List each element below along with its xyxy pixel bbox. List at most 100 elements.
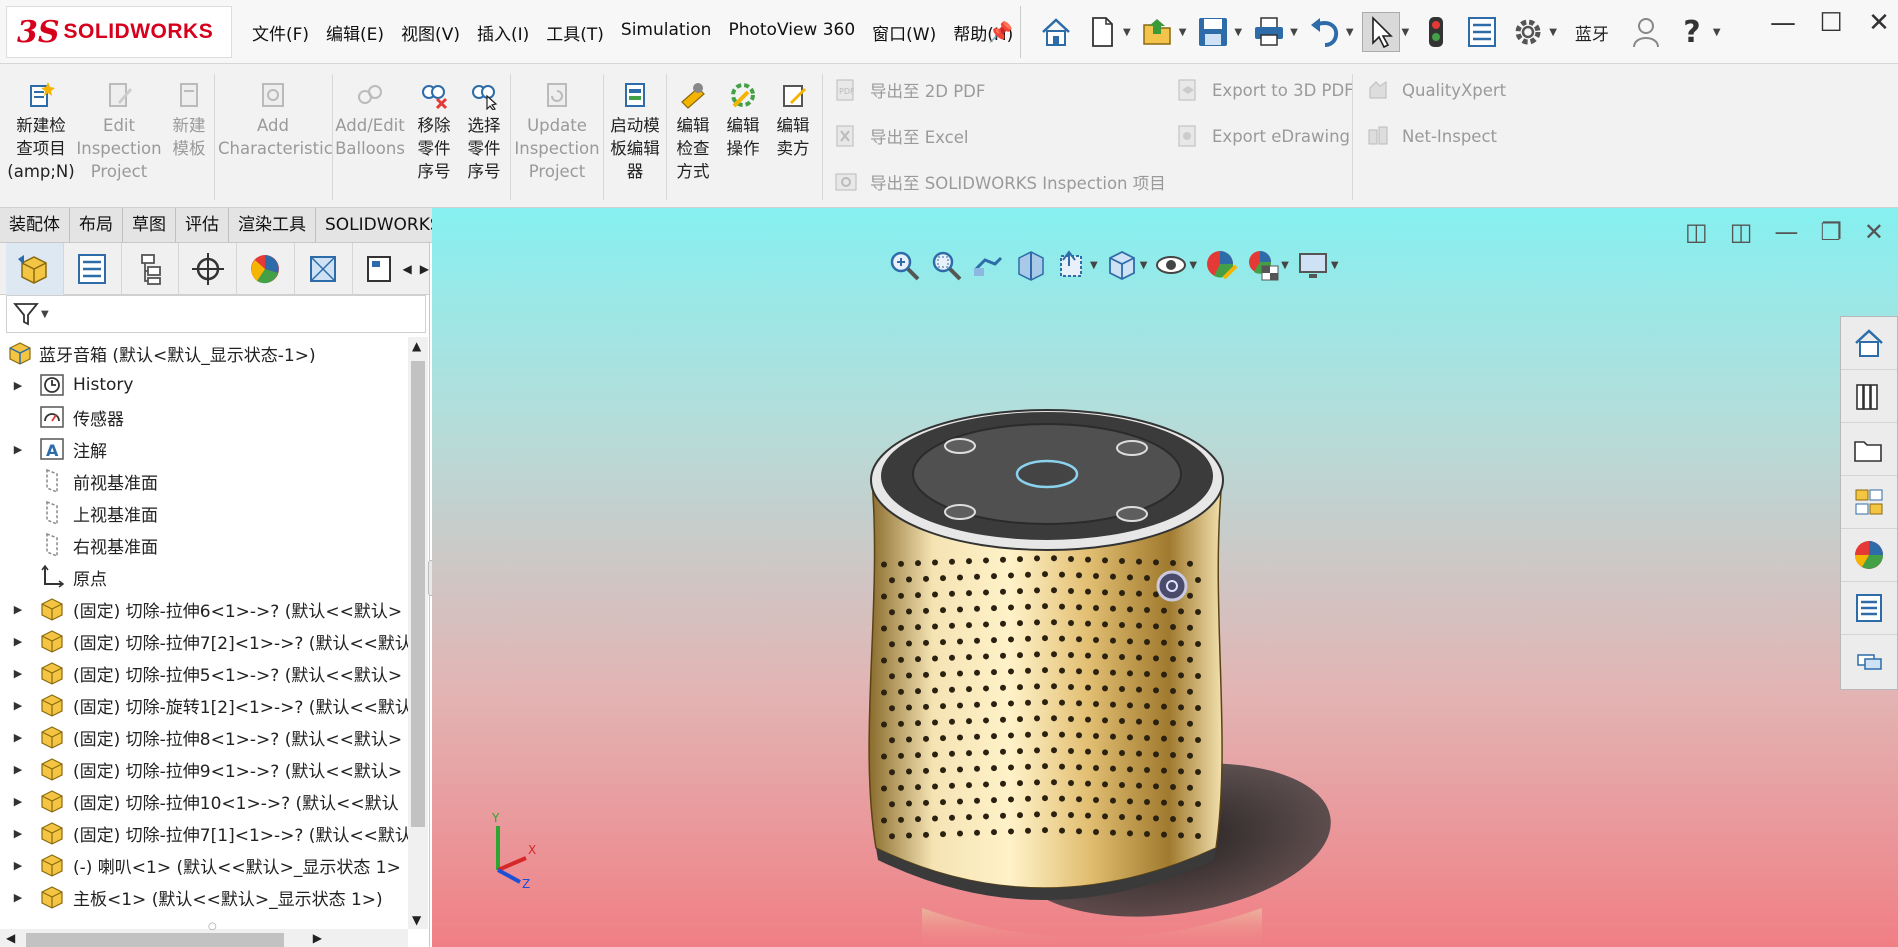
edit-vendor-button[interactable]: 编辑 卖方 [768, 80, 818, 160]
tree-node[interactable]: ▶ (固定) 切除-拉伸7[2]<1>->? (默认<<默认 [0, 625, 408, 657]
display-style-dropdown[interactable]: ▼ [1140, 260, 1148, 271]
remove-balloon-button[interactable]: 移除 零件 序号 [410, 80, 458, 183]
tree-node[interactable]: ▶ (固定) 切除-拉伸6<1>->? (默认<<默认> [0, 593, 408, 625]
solidworks-resources-icon[interactable] [1841, 317, 1897, 370]
expand-arrow-icon[interactable]: ▶ [8, 891, 28, 904]
edit-operation-button[interactable]: 编辑 操作 [718, 80, 768, 160]
expand-arrow-icon[interactable]: ▶ [8, 731, 28, 744]
menu-item-4[interactable]: 工具(T) [546, 20, 604, 45]
tree-filter-bar[interactable]: ▼ [6, 295, 426, 333]
scrollbar-thumb[interactable] [26, 933, 284, 947]
undo-icon[interactable] [1306, 12, 1344, 52]
scroll-right-arrow[interactable]: ▶ [313, 931, 322, 945]
help-icon[interactable]: ? [1673, 12, 1711, 52]
new-template-button[interactable]: 新建 模板 [164, 80, 214, 160]
menu-item-0[interactable]: 文件(F) [252, 20, 309, 45]
expand-arrow-icon[interactable]: ▶ [8, 827, 28, 840]
select-dropdown-arrow[interactable]: ▼ [1402, 27, 1410, 38]
print-icon[interactable] [1250, 12, 1288, 52]
tree-node[interactable]: 前视基准面 [0, 465, 408, 497]
save-dropdown-arrow[interactable]: ▼ [1234, 27, 1242, 38]
apply-scene-dropdown[interactable]: ▼ [1281, 260, 1289, 271]
expand-arrow-icon[interactable]: ▶ [8, 795, 28, 808]
forum-icon[interactable] [1841, 635, 1897, 688]
tab-0[interactable]: 装配体 [0, 208, 70, 242]
traffic-light-icon[interactable] [1417, 12, 1455, 52]
expand-arrow-icon[interactable]: ▶ [8, 379, 28, 392]
options-gear-icon[interactable] [1509, 12, 1547, 52]
scrollbar-thumb[interactable] [411, 361, 425, 827]
tree-node[interactable]: 上视基准面 [0, 497, 408, 529]
open-icon[interactable] [1139, 12, 1177, 52]
tile-right-icon[interactable]: ◫ [1730, 218, 1753, 246]
maximize-icon[interactable]: ☐ [1816, 8, 1846, 38]
property-manager-tab-icon[interactable] [64, 242, 122, 295]
export-2d-pdf-button[interactable]: PDF 导出至 2D PDF [834, 78, 985, 102]
export-sw-inspection-button[interactable]: 导出至 SOLIDWORKS Inspection 项目 [834, 170, 1166, 194]
section-view-icon[interactable] [1012, 246, 1048, 284]
tile-left-icon[interactable]: ◫ [1685, 218, 1708, 246]
solidworks-logo[interactable]: 3S SOLIDWORKS [6, 6, 232, 58]
zoom-to-area-icon[interactable] [928, 246, 964, 284]
tree-node[interactable]: 右视基准面 [0, 529, 408, 561]
options-dropdown-arrow[interactable]: ▼ [1549, 27, 1557, 38]
tree-node[interactable]: ▶ (固定) 切除-拉伸9<1>->? (默认<<默认> [0, 753, 408, 785]
viewport-minimize-icon[interactable]: — [1774, 218, 1798, 246]
view-settings-dropdown[interactable]: ▼ [1331, 260, 1339, 271]
expand-arrow-icon[interactable]: ▶ [8, 859, 28, 872]
tree-root-assembly[interactable]: 蓝牙音箱 (默认<默认_显示状态-1>) [0, 337, 408, 369]
save-icon[interactable] [1194, 12, 1232, 52]
edit-inspection-project-button[interactable]: Edit Inspection Project [76, 80, 162, 183]
view-settings-icon[interactable] [1295, 246, 1331, 284]
update-inspection-project-button[interactable]: Update Inspection Project [512, 80, 602, 183]
appearances-scenes-icon[interactable] [1841, 529, 1897, 582]
cam-feature-tree-tab-icon[interactable] [295, 242, 353, 295]
apply-scene-icon[interactable] [1245, 246, 1281, 284]
menu-item-2[interactable]: 视图(V) [401, 20, 460, 45]
filter-dropdown-arrow[interactable]: ▼ [41, 309, 49, 320]
tree-horizontal-scrollbar[interactable]: ◀ ▶ [0, 929, 408, 947]
viewport-restore-icon[interactable]: ❐ [1820, 218, 1842, 246]
menu-item-3[interactable]: 插入(I) [477, 20, 529, 45]
hide-show-items-icon[interactable] [1153, 246, 1189, 284]
edit-appearance-icon[interactable] [1203, 246, 1239, 284]
edit-inspection-method-button[interactable]: 编辑 检查 方式 [668, 80, 718, 183]
tab-4[interactable]: 渲染工具 [229, 208, 316, 242]
qualityxpert-button[interactable]: QualityXpert [1366, 78, 1506, 102]
open-dropdown-arrow[interactable]: ▼ [1179, 27, 1187, 38]
display-style-icon[interactable] [1104, 246, 1140, 284]
tree-vertical-scrollbar[interactable]: ▲ ▼ [408, 337, 428, 929]
cam-operation-tree-tab-icon[interactable] [353, 243, 403, 295]
add-edit-balloons-button[interactable]: Add/Edit Balloons [334, 80, 406, 160]
filter-icon[interactable] [13, 301, 39, 327]
tree-node[interactable]: ▶ History [0, 369, 408, 401]
user-name[interactable]: 蓝牙 [1575, 20, 1609, 45]
minimize-icon[interactable]: — [1768, 8, 1798, 38]
tree-node[interactable]: ▶ 主板<1> (默认<<默认>_显示状态 1>) [0, 881, 408, 913]
launch-template-editor-button[interactable]: 启动模 板编辑器 [606, 80, 664, 183]
new-dropdown-arrow[interactable]: ▼ [1123, 27, 1131, 38]
menu-item-5[interactable]: Simulation [621, 20, 712, 45]
speaker-3d-model[interactable] [842, 408, 1362, 947]
tree-node[interactable]: ▶ A 注解 [0, 433, 408, 465]
view-palette-icon[interactable] [1841, 476, 1897, 529]
menu-item-1[interactable]: 编辑(E) [326, 20, 384, 45]
export-3d-pdf-button[interactable]: Export to 3D PDF [1176, 78, 1354, 102]
panel-resize-grip[interactable]: ○ [208, 921, 217, 932]
tab-1[interactable]: 布局 [70, 208, 123, 242]
expand-arrow-icon[interactable]: ▶ [8, 699, 28, 712]
feature-manager-tab-icon[interactable] [6, 242, 64, 295]
tab-2[interactable]: 草图 [123, 208, 176, 242]
home-icon[interactable] [1037, 12, 1075, 52]
menu-item-7[interactable]: 窗口(W) [872, 20, 936, 45]
select-pointer-icon[interactable] [1361, 12, 1400, 52]
undo-dropdown-arrow[interactable]: ▼ [1346, 27, 1354, 38]
scroll-down-arrow[interactable]: ▼ [412, 913, 421, 927]
tab-scroll-left-icon[interactable]: ◀ [403, 262, 412, 276]
scroll-left-arrow[interactable]: ◀ [6, 931, 15, 945]
user-icon[interactable] [1627, 12, 1665, 52]
view-orientation-dropdown[interactable]: ▼ [1090, 260, 1098, 271]
export-excel-button[interactable]: 导出至 Excel [834, 124, 968, 148]
export-edrawing-button[interactable]: Export eDrawing [1176, 124, 1350, 148]
scroll-up-arrow[interactable]: ▲ [412, 339, 421, 353]
